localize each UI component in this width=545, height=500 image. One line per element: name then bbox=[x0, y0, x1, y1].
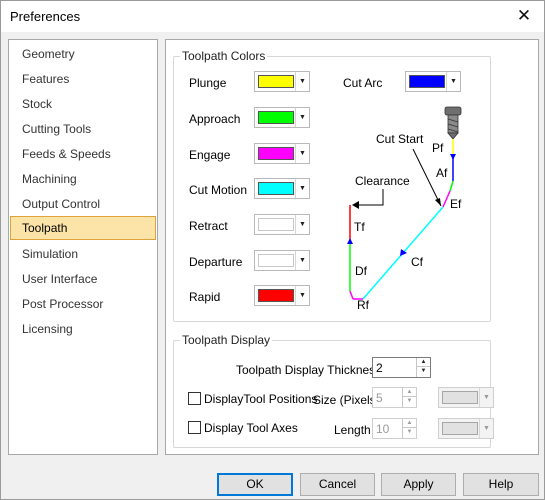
sidebar-item-output-control[interactable]: Output Control bbox=[10, 193, 156, 216]
sidebar-item-toolpath[interactable]: Toolpath bbox=[10, 216, 156, 240]
cf-label: Cf bbox=[411, 255, 424, 269]
preferences-dialog: Preferences ✕ Geometry Features Stock Cu… bbox=[0, 0, 545, 500]
sidebar-item-features[interactable]: Features bbox=[10, 68, 156, 91]
up-arrow-icon[interactable]: ▲ bbox=[403, 388, 416, 397]
tool-axes-color-picker[interactable]: ▼ bbox=[438, 418, 494, 439]
stepper-arrows: ▲ ▼ bbox=[402, 388, 416, 407]
tf-label: Tf bbox=[354, 220, 365, 234]
engage-segment bbox=[442, 190, 451, 208]
category-list: Geometry Features Stock Cutting Tools Fe… bbox=[8, 39, 158, 455]
down-arrow-icon[interactable]: ▼ bbox=[403, 397, 416, 406]
stepper-arrows: ▲ ▼ bbox=[416, 358, 430, 377]
size-label: Size (Pixels) bbox=[313, 393, 380, 407]
display-tool-positions-checkbox[interactable] bbox=[188, 392, 201, 405]
rf-label: Rf bbox=[357, 298, 370, 312]
pf-label: Pf bbox=[432, 141, 444, 155]
length-label: Length bbox=[334, 423, 371, 437]
sidebar-item-user-interface[interactable]: User Interface bbox=[10, 268, 156, 291]
cancel-button[interactable]: Cancel bbox=[300, 473, 375, 496]
retract-turn-segment bbox=[349, 290, 354, 300]
thickness-stepper[interactable]: 2 ▲ ▼ bbox=[372, 357, 431, 378]
window-title: Preferences bbox=[10, 9, 81, 24]
sidebar-item-cutting-tools[interactable]: Cutting Tools bbox=[10, 118, 156, 141]
display-tool-axes-label: Display Tool Axes bbox=[204, 421, 298, 435]
display-tool-axes-checkbox[interactable] bbox=[188, 421, 201, 434]
close-icon[interactable]: ✕ bbox=[514, 6, 534, 26]
up-arrow-icon bbox=[347, 238, 353, 244]
thickness-label: Toolpath Display Thickness: bbox=[236, 363, 385, 377]
drill-tool-icon bbox=[444, 106, 462, 140]
down-arrow-icon[interactable]: ▼ bbox=[417, 367, 430, 376]
toolpath-diagram: Cut Start Clearance Pf Af Ef Cf Rf Df Tf bbox=[347, 106, 462, 312]
tool-position-color-picker[interactable]: ▼ bbox=[438, 387, 494, 408]
size-value: 5 bbox=[376, 391, 383, 405]
down-arrow-icon bbox=[450, 154, 456, 160]
af-label: Af bbox=[436, 166, 448, 180]
approach-segment bbox=[449, 180, 454, 192]
tool-position-swatch bbox=[442, 391, 478, 404]
apply-button[interactable]: Apply bbox=[381, 473, 456, 496]
chevron-down-icon: ▼ bbox=[479, 419, 493, 438]
clearance-label: Clearance bbox=[355, 174, 410, 188]
tool-axes-swatch bbox=[442, 422, 478, 435]
sidebar-item-feeds-speeds[interactable]: Feeds & Speeds bbox=[10, 143, 156, 166]
sidebar-item-licensing[interactable]: Licensing bbox=[10, 318, 156, 341]
toolpath-colors-legend: Toolpath Colors bbox=[182, 49, 266, 63]
sidebar-item-simulation[interactable]: Simulation bbox=[10, 243, 156, 266]
sidebar-item-machining[interactable]: Machining bbox=[10, 168, 156, 191]
display-tool-positions-label: DisplayTool Positions bbox=[204, 392, 318, 406]
arrow-head-icon bbox=[435, 198, 441, 206]
up-arrow-icon[interactable]: ▲ bbox=[403, 419, 416, 428]
sidebar-item-stock[interactable]: Stock bbox=[10, 93, 156, 116]
help-button[interactable]: Help bbox=[463, 473, 539, 496]
ef-label: Ef bbox=[450, 197, 462, 211]
chevron-down-icon: ▼ bbox=[479, 388, 493, 407]
sidebar-item-geometry[interactable]: Geometry bbox=[10, 43, 156, 66]
length-value: 10 bbox=[376, 422, 390, 436]
thickness-value: 2 bbox=[376, 361, 383, 375]
df-label: Df bbox=[355, 264, 368, 278]
ok-button[interactable]: OK bbox=[217, 473, 293, 496]
sidebar-item-post-processor[interactable]: Post Processor bbox=[10, 293, 156, 316]
cut-start-label: Cut Start bbox=[376, 132, 424, 146]
length-stepper[interactable]: 10 ▲ ▼ bbox=[372, 418, 417, 439]
arrow-head-icon bbox=[352, 201, 359, 209]
up-arrow-icon[interactable]: ▲ bbox=[417, 358, 430, 367]
title-bar: Preferences ✕ bbox=[1, 1, 544, 32]
size-stepper[interactable]: 5 ▲ ▼ bbox=[372, 387, 417, 408]
toolpath-display-legend: Toolpath Display bbox=[182, 333, 271, 347]
down-arrow-icon[interactable]: ▼ bbox=[403, 428, 416, 437]
stepper-arrows: ▲ ▼ bbox=[402, 419, 416, 438]
